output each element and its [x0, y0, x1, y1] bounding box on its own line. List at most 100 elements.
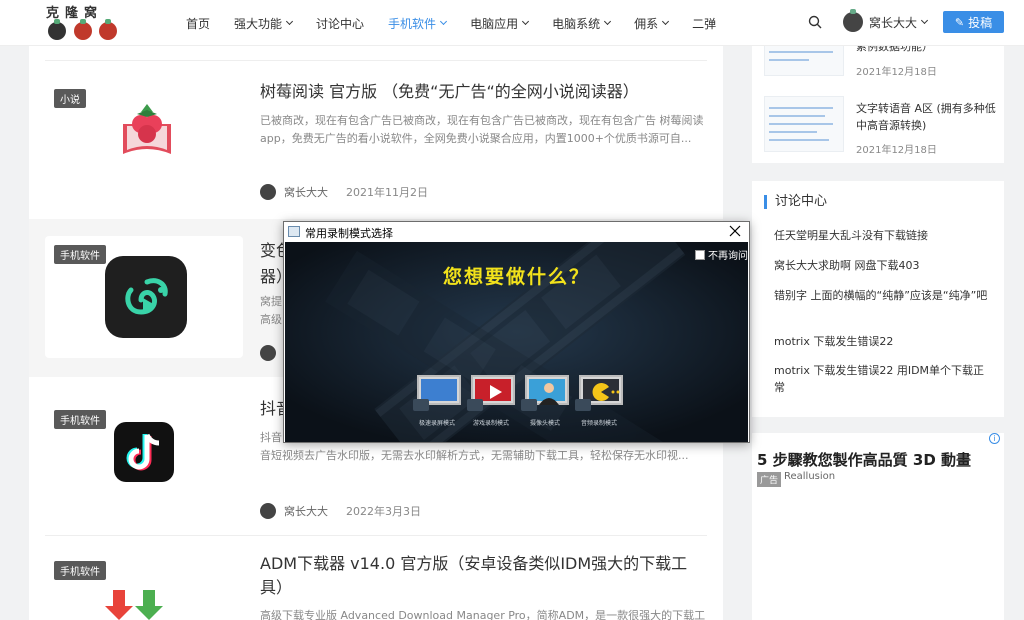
article-meta: 窝长大大 2022年3月3日 — [260, 503, 421, 519]
ad-info-icon[interactable]: i — [989, 433, 1000, 444]
category-tag[interactable]: 手机软件 — [54, 410, 106, 429]
author-avatar — [260, 184, 276, 200]
post-date: 2022年3月3日 — [346, 505, 421, 518]
post-title[interactable]: 文字转语音 A区 (拥有多种低中高音源转换) — [856, 100, 996, 134]
thumbnail-line — [769, 51, 833, 53]
discussion-item[interactable]: 错别字 上面的横幅的“纯静”应该是“纯净”吧 — [774, 287, 994, 304]
camera-icon — [413, 399, 429, 411]
article-title[interactable]: 树莓阅读 官方版 （免费“无广告“的全网小说阅读器） — [260, 80, 710, 104]
author-avatar — [260, 345, 276, 361]
ad-badge: 广告 — [757, 472, 782, 487]
article-excerpt: 已被商改，现在有包含广告已被商改，现在有包含广告已被商改，现在有包含广告 树莓阅… — [260, 114, 704, 145]
author-avatar — [260, 503, 276, 519]
article-meta — [260, 345, 284, 361]
edit-icon: ✎ — [954, 15, 965, 29]
chevron-down-icon — [604, 17, 612, 26]
avatar — [843, 9, 863, 32]
ad-source[interactable]: Reallusion — [784, 471, 835, 482]
thumbnail-line — [769, 131, 817, 133]
mode-label: 摄像头模式 — [529, 420, 560, 427]
divider — [45, 60, 707, 61]
dialog-titlebar[interactable]: 常用录制模式选择 — [284, 222, 749, 242]
chevron-down-icon — [522, 17, 530, 26]
dialog-title: 常用录制模式选择 — [305, 227, 393, 240]
author-name[interactable]: 窝长大大 — [284, 184, 328, 200]
mode-option-camera[interactable]: 摄像头模式 — [521, 375, 569, 427]
chevron-down-icon — [285, 17, 294, 26]
chevron-down-icon — [920, 16, 929, 25]
article-title[interactable]: ADM下载器 v14.0 官方版（安卓设备类似IDM强大的下载工具） — [260, 552, 710, 602]
site-header: 克隆窝 首页 强大功能 讨论中心 手机软件 电脑应用 电脑系统 佣系 二弹 窝长… — [0, 0, 1024, 46]
category-tag[interactable]: 小说 — [54, 89, 86, 108]
logo-mascot — [74, 19, 92, 40]
nav-item-second[interactable]: 二弹 — [692, 15, 716, 32]
thumbnail-line — [769, 139, 829, 141]
list-item: 手机软件 ADM下载器 v14.0 官方版（安卓设备类似IDM强大的下载工具） … — [29, 535, 723, 620]
search-icon[interactable] — [808, 15, 822, 29]
nav-item-home[interactable]: 首页 — [186, 15, 210, 32]
screen-preview — [583, 379, 620, 401]
article-thumbnail[interactable]: 小说 — [45, 80, 243, 202]
mode-option-game[interactable]: 游戏录制模式 — [467, 375, 515, 427]
nav-item-pc-systems[interactable]: 电脑系统 — [552, 15, 612, 32]
article-excerpt-continued: 音短视频去广告水印版，无需去水印解析方式，无需辅助下载工具，轻松保存无水印视..… — [260, 449, 689, 462]
author-name[interactable]: 窝长大大 — [284, 503, 328, 519]
mode-option-audio[interactable]: 音频录制模式 — [575, 375, 623, 427]
raspberry-reader-icon — [123, 104, 171, 154]
nav-item-features[interactable]: 强大功能 — [234, 15, 294, 32]
logo-mascot — [99, 19, 117, 40]
discussion-item[interactable]: 任天堂明星大乱斗没有下载链接 — [774, 227, 994, 244]
article-excerpt: 高级下载专业版 Advanced Download Manager Pro，简称… — [260, 609, 706, 620]
article-thumbnail[interactable]: 手机软件 — [45, 552, 243, 620]
dont-ask-label: 不再询问 — [708, 251, 748, 262]
post-date: 2021年11月2日 — [346, 186, 428, 199]
category-tag[interactable]: 手机软件 — [54, 561, 106, 580]
thumbnail-line — [769, 59, 809, 61]
mode-option-screen[interactable]: 极速录屏模式 — [413, 375, 461, 427]
app-window-icon — [288, 226, 300, 237]
user-menu[interactable]: 窝长大大 — [843, 9, 929, 32]
tiktok-app-icon — [114, 422, 174, 482]
user-name: 窝长大大 — [869, 15, 918, 30]
checkbox-box[interactable] — [695, 249, 705, 260]
camera-icon — [467, 399, 483, 411]
logo-mascot — [48, 19, 66, 40]
camera-icon — [521, 399, 537, 411]
chameleon-app-icon — [105, 256, 187, 338]
main-nav: 首页 强大功能 讨论中心 手机软件 电脑应用 电脑系统 佣系 二弹 — [186, 0, 740, 46]
site-logo[interactable]: 克隆窝 — [46, 2, 118, 44]
post-button[interactable]: ✎ 投稿 — [943, 11, 1004, 33]
thumbnail-line — [769, 123, 833, 125]
dont-ask-checkbox[interactable]: 不再询问 — [695, 247, 748, 262]
chevron-down-icon — [662, 17, 670, 26]
thumbnail-line — [769, 107, 833, 109]
screen-preview — [421, 379, 457, 401]
discussion-card: 讨论中心 任天堂明星大乱斗没有下载链接 窝长大大求助啊 网盘下载403 错别字 … — [752, 181, 1004, 417]
mode-label: 音频录制模式 — [580, 420, 617, 427]
post-date: 2021年12月18日 — [856, 145, 937, 156]
chevron-down-icon — [440, 17, 448, 26]
article-thumbnail[interactable]: 手机软件 — [45, 401, 243, 523]
dialog-body: 您想要做什么？ 不再询问 极速录屏模式 游戏录制模式 摄像头模式 音频录制模式 — [285, 242, 748, 442]
mode-label: 游戏录制模式 — [472, 420, 509, 427]
article-meta: 窝长大大 2021年11月2日 — [260, 184, 428, 200]
camera-icon — [575, 399, 591, 411]
close-icon[interactable] — [727, 223, 743, 239]
category-tag[interactable]: 手机软件 — [54, 245, 106, 264]
discussion-item[interactable]: motrix 下载发生错误22 — [774, 333, 994, 350]
nav-item-mobile-software[interactable]: 手机软件 — [388, 15, 448, 32]
discussion-item[interactable]: motrix 下载发生错误22 用IDM单个下载正常 — [774, 362, 994, 396]
screen-preview — [475, 379, 511, 401]
post-thumbnail[interactable] — [764, 96, 844, 152]
logo-mascots — [46, 19, 118, 42]
nav-item-misc[interactable]: 佣系 — [634, 15, 670, 32]
nav-item-pc-apps[interactable]: 电脑应用 — [470, 15, 530, 32]
discussion-item[interactable]: 窝长大大求助啊 网盘下载403 — [774, 257, 994, 274]
ad-title[interactable]: 5 步驟教您製作高品質 3D 動畫 — [757, 449, 971, 470]
ad-card: i 5 步驟教您製作高品質 3D 動畫 广告 Reallusion — [752, 433, 1004, 620]
adm-download-icon — [105, 590, 163, 620]
article-thumbnail[interactable]: 手机软件 — [45, 236, 243, 358]
divider — [45, 535, 707, 536]
section-title: 讨论中心 — [764, 195, 827, 209]
nav-item-discussion[interactable]: 讨论中心 — [316, 15, 364, 32]
